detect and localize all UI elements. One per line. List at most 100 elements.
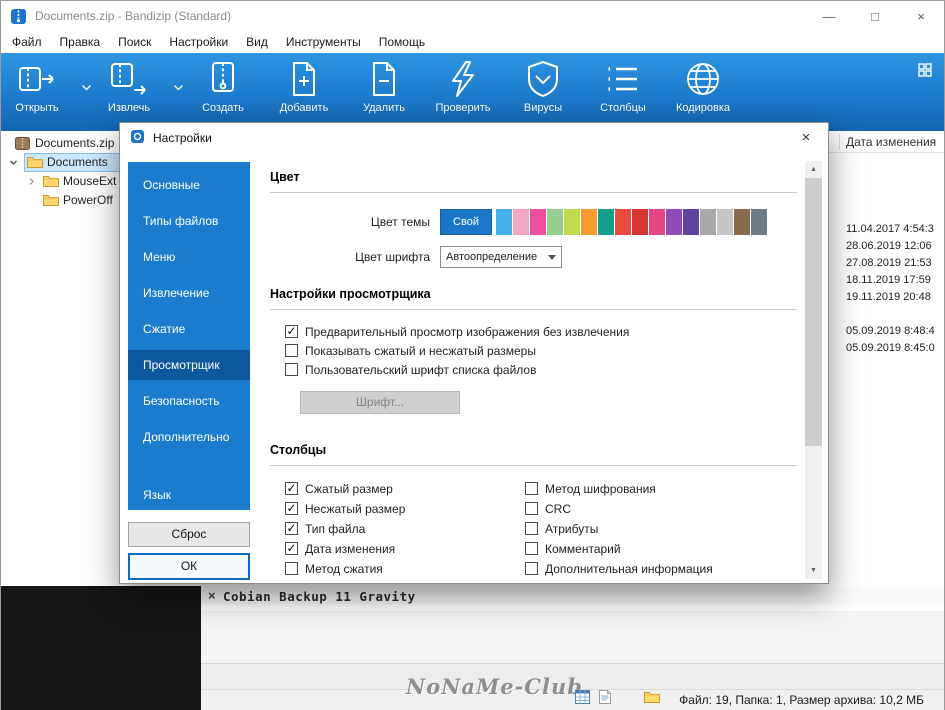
minimize-button[interactable]: — <box>806 1 852 31</box>
toolbar-test-archive-button[interactable]: Проверить <box>425 59 501 127</box>
viewer-option[interactable]: Пользовательский шрифт списка файлов <box>285 363 629 377</box>
nav-menu[interactable]: Меню <box>128 242 250 272</box>
menu-file[interactable]: Файл <box>3 32 51 52</box>
nav-security[interactable]: Безопасность <box>128 386 250 416</box>
viewer-option[interactable]: Показывать сжатый и несжатый размеры <box>285 344 629 358</box>
checkbox-unchecked-icon[interactable] <box>285 344 298 357</box>
checkbox-unchecked-icon[interactable] <box>285 562 298 575</box>
column-option[interactable]: Метод шифрования <box>525 482 713 496</box>
desktop-background <box>1 586 201 710</box>
theme-color-swatch[interactable] <box>751 209 767 235</box>
column-option[interactable]: ✓ Дата изменения <box>285 542 405 556</box>
theme-color-swatch[interactable] <box>496 209 512 235</box>
toolbar-button-label: Кодировка <box>675 102 731 114</box>
menu-search[interactable]: Поиск <box>109 32 160 52</box>
nav-advanced[interactable]: Дополнительно <box>128 422 250 452</box>
checkbox-checked-icon[interactable]: ✓ <box>285 482 298 495</box>
checkbox-unchecked-icon[interactable] <box>525 482 538 495</box>
chevron-expanded-icon[interactable] <box>9 156 18 170</box>
theme-color-swatch[interactable] <box>700 209 716 235</box>
viewer-option[interactable]: ✓ Предварительный просмотр изображения бе… <box>285 325 629 339</box>
folder-icon <box>43 175 59 191</box>
folder-icon <box>43 194 59 210</box>
column-option[interactable]: Комментарий <box>525 542 713 556</box>
section-title-color: Цвет <box>270 170 300 184</box>
theme-color-swatch[interactable] <box>598 209 614 235</box>
checkbox-label: Тип файла <box>305 521 366 536</box>
close-button[interactable]: × <box>898 1 944 31</box>
toolbar-encoding-button[interactable]: Кодировка <box>665 59 741 127</box>
dialog-scrollbar[interactable]: ▲ ▼ <box>805 161 822 579</box>
nav-compression[interactable]: Сжатие <box>128 314 250 344</box>
toolbar-virus-scan-button[interactable]: Вирусы <box>505 59 581 127</box>
column-option[interactable]: ✓ Сжатый размер <box>285 482 405 496</box>
font-color-select[interactable]: Автоопределение <box>440 246 562 268</box>
column-option[interactable]: Метод сжатия <box>285 561 405 576</box>
nav-viewer[interactable]: Просмотрщик <box>128 350 250 380</box>
checkbox-checked-icon[interactable]: ✓ <box>285 542 298 555</box>
scroll-down-icon[interactable]: ▼ <box>805 562 822 579</box>
theme-color-swatch[interactable] <box>734 209 750 235</box>
theme-color-swatch[interactable] <box>530 209 546 235</box>
checkbox-label: Метод сжатия <box>305 561 383 576</box>
column-option[interactable]: Дополнительная информация <box>525 562 713 576</box>
tree-item-label: Documents <box>47 155 108 169</box>
menu-settings[interactable]: Настройки <box>160 32 237 52</box>
menu-tools[interactable]: Инструменты <box>277 32 370 52</box>
menu-view[interactable]: Вид <box>237 32 277 52</box>
toolbar-extract-button[interactable]: Извлечь <box>91 59 167 127</box>
dialog-close-button[interactable]: × <box>793 128 819 149</box>
checkbox-checked-icon[interactable]: ✓ <box>285 502 298 515</box>
toolbar-open-archive-button[interactable]: Открыть <box>0 59 75 127</box>
theme-color-swatch[interactable] <box>683 209 699 235</box>
archive-info-text: Файл: 19, Папка: 1, Размер архива: 10,2 … <box>679 693 924 707</box>
file-list-row[interactable]: × Cobian Backup 11 Gravity <box>201 587 944 605</box>
toolbar-columns-button[interactable]: Столбцы <box>585 59 661 127</box>
column-option[interactable]: CRC <box>525 502 713 516</box>
column-option[interactable]: Атрибуты <box>525 522 713 536</box>
checkbox-checked-icon[interactable]: ✓ <box>285 325 298 338</box>
theme-color-swatch[interactable] <box>717 209 733 235</box>
archive-icon <box>15 137 30 153</box>
checkbox-unchecked-icon[interactable] <box>525 562 538 575</box>
checkbox-unchecked-icon[interactable] <box>285 363 298 376</box>
reset-button[interactable]: Сброс <box>128 522 250 547</box>
theme-color-swatch[interactable] <box>632 209 648 235</box>
toolbar-add-files-button[interactable]: Добавить <box>266 59 342 127</box>
chevron-collapsed-icon[interactable] <box>27 175 36 189</box>
layout-grid-icon[interactable] <box>918 63 932 77</box>
menu-edit[interactable]: Правка <box>51 32 110 52</box>
dropdown-chevron-icon[interactable] <box>173 81 184 91</box>
column-option[interactable]: ✓ Тип файла <box>285 521 405 536</box>
theme-color-swatch[interactable] <box>547 209 563 235</box>
columns-options-left: ✓ Сжатый размер ✓ Несжатый размер ✓ Тип файла… <box>285 482 405 579</box>
nav-file-types[interactable]: Типы файлов <box>128 206 250 236</box>
scroll-up-icon[interactable]: ▲ <box>805 161 822 178</box>
settings-dialog: Настройки × Основные Типы файлов Меню Извле… <box>119 122 829 584</box>
theme-color-swatch[interactable] <box>564 209 580 235</box>
column-option[interactable]: ✓ Несжатый размер <box>285 502 405 516</box>
checkbox-checked-icon[interactable]: ✓ <box>285 522 298 535</box>
maximize-button[interactable]: □ <box>852 1 898 31</box>
column-separator[interactable] <box>839 134 840 150</box>
toolbar-new-archive-button[interactable]: Создать <box>185 59 261 127</box>
theme-color-swatch[interactable] <box>666 209 682 235</box>
nav-language[interactable]: Язык <box>128 480 250 510</box>
theme-color-swatch[interactable] <box>513 209 529 235</box>
checkbox-unchecked-icon[interactable] <box>525 542 538 555</box>
custom-color-button[interactable]: Свой <box>440 209 492 235</box>
column-header-date[interactable]: Дата изменения <box>846 135 936 149</box>
nav-general[interactable]: Основные <box>128 170 250 200</box>
scrollbar-thumb[interactable] <box>805 178 822 446</box>
menu-help[interactable]: Помощь <box>370 32 434 52</box>
toolbar-delete-files-button[interactable]: Удалить <box>346 59 422 127</box>
theme-color-swatch[interactable] <box>649 209 665 235</box>
tree-item-label: Documents.zip <box>35 136 115 150</box>
checkbox-unchecked-icon[interactable] <box>525 502 538 515</box>
theme-color-swatch[interactable] <box>615 209 631 235</box>
nav-extraction[interactable]: Извлечение <box>128 278 250 308</box>
checkbox-unchecked-icon[interactable] <box>525 522 538 535</box>
ok-button[interactable]: ОК <box>128 553 250 580</box>
theme-color-swatch[interactable] <box>581 209 597 235</box>
columns-options-right: Метод шифрования CRC Атрибуты Комментарий До… <box>525 482 713 579</box>
